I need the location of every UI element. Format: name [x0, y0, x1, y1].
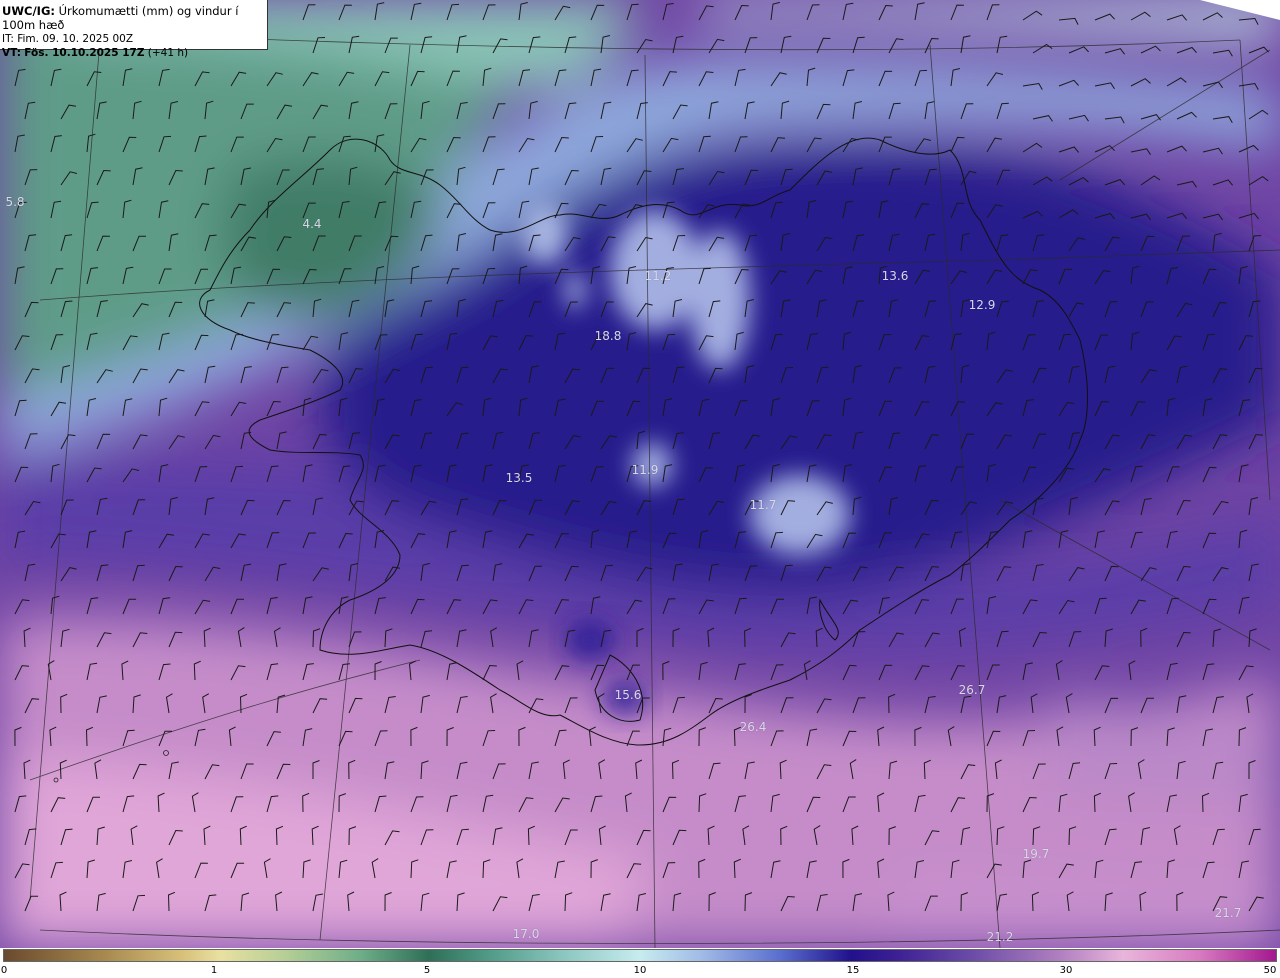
- colorbar-tick: 10: [633, 965, 647, 976]
- initial-time: IT: Fim. 09. 10. 2025 00Z: [2, 33, 134, 45]
- valid-time-prefix: VT:: [2, 47, 21, 59]
- colorbar-gradient: [3, 949, 1277, 962]
- colorbar-tick: 50: [1263, 965, 1277, 976]
- colorbar-tick: 0: [0, 965, 8, 976]
- value-label: 21.7: [1214, 906, 1242, 920]
- value-label: 17.0: [512, 927, 540, 941]
- colorbar-tick: 15: [846, 965, 860, 976]
- colorbar-tick: 30: [1059, 965, 1073, 976]
- colorbar: 0 1 5 10 15 30 50: [0, 948, 1280, 978]
- value-label: 13.5: [505, 471, 533, 485]
- model-name: UWC/IG:: [2, 4, 55, 18]
- value-label: 11.2: [644, 269, 672, 283]
- map-header: UWC/IG: Úrkomumætti (mm) og vindur í 100…: [0, 0, 268, 59]
- lead-time: (+41 h): [147, 47, 189, 59]
- value-label: 26.7: [958, 683, 986, 697]
- colorbar-tick: 5: [423, 965, 431, 976]
- value-label: 26.4: [739, 720, 767, 734]
- valid-time: Fös. 10.10.2025 17Z: [24, 47, 145, 59]
- value-label: 19.7: [1022, 847, 1050, 861]
- value-label: 13.6: [881, 269, 909, 283]
- value-label: 12.9: [968, 298, 996, 312]
- value-label: 21.2: [986, 930, 1014, 944]
- value-label: 5.8: [5, 195, 25, 209]
- colorbar-tick: 1: [210, 965, 218, 976]
- value-label: 4.4: [302, 217, 322, 231]
- value-label: 11.9: [631, 463, 659, 477]
- value-label: 18.8: [594, 329, 622, 343]
- value-label: 11.7: [749, 498, 777, 512]
- value-label: 15.6: [614, 688, 642, 702]
